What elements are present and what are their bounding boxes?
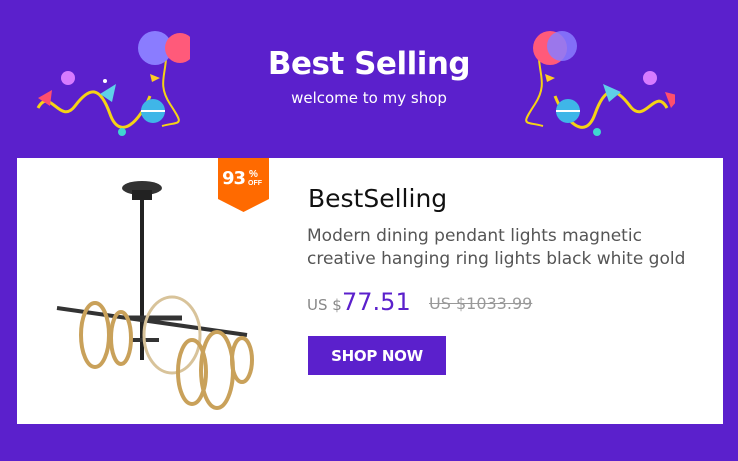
badge-percent: 93 (222, 168, 246, 189)
price-currency: US $ (307, 296, 342, 314)
balloons-confetti-icon (36, 31, 190, 136)
sale-price: 77.51 (342, 288, 411, 316)
balloons-confetti-icon (525, 31, 675, 136)
original-price: US $1033.99 (429, 294, 533, 313)
product-description[interactable]: Modern dining pendant lights magnetic cr… (307, 225, 687, 273)
banner: Best Selling welcome to my shop (0, 0, 738, 158)
product-title[interactable]: BestSelling (308, 184, 447, 213)
badge-off-label: OFF (248, 180, 262, 187)
discount-badge: 93 % OFF (218, 158, 269, 212)
price-row: US $ 77.51 US $1033.99 (307, 288, 607, 318)
badge-percent-symbol: % (249, 169, 258, 180)
shop-now-button[interactable]: SHOP NOW (308, 336, 446, 375)
